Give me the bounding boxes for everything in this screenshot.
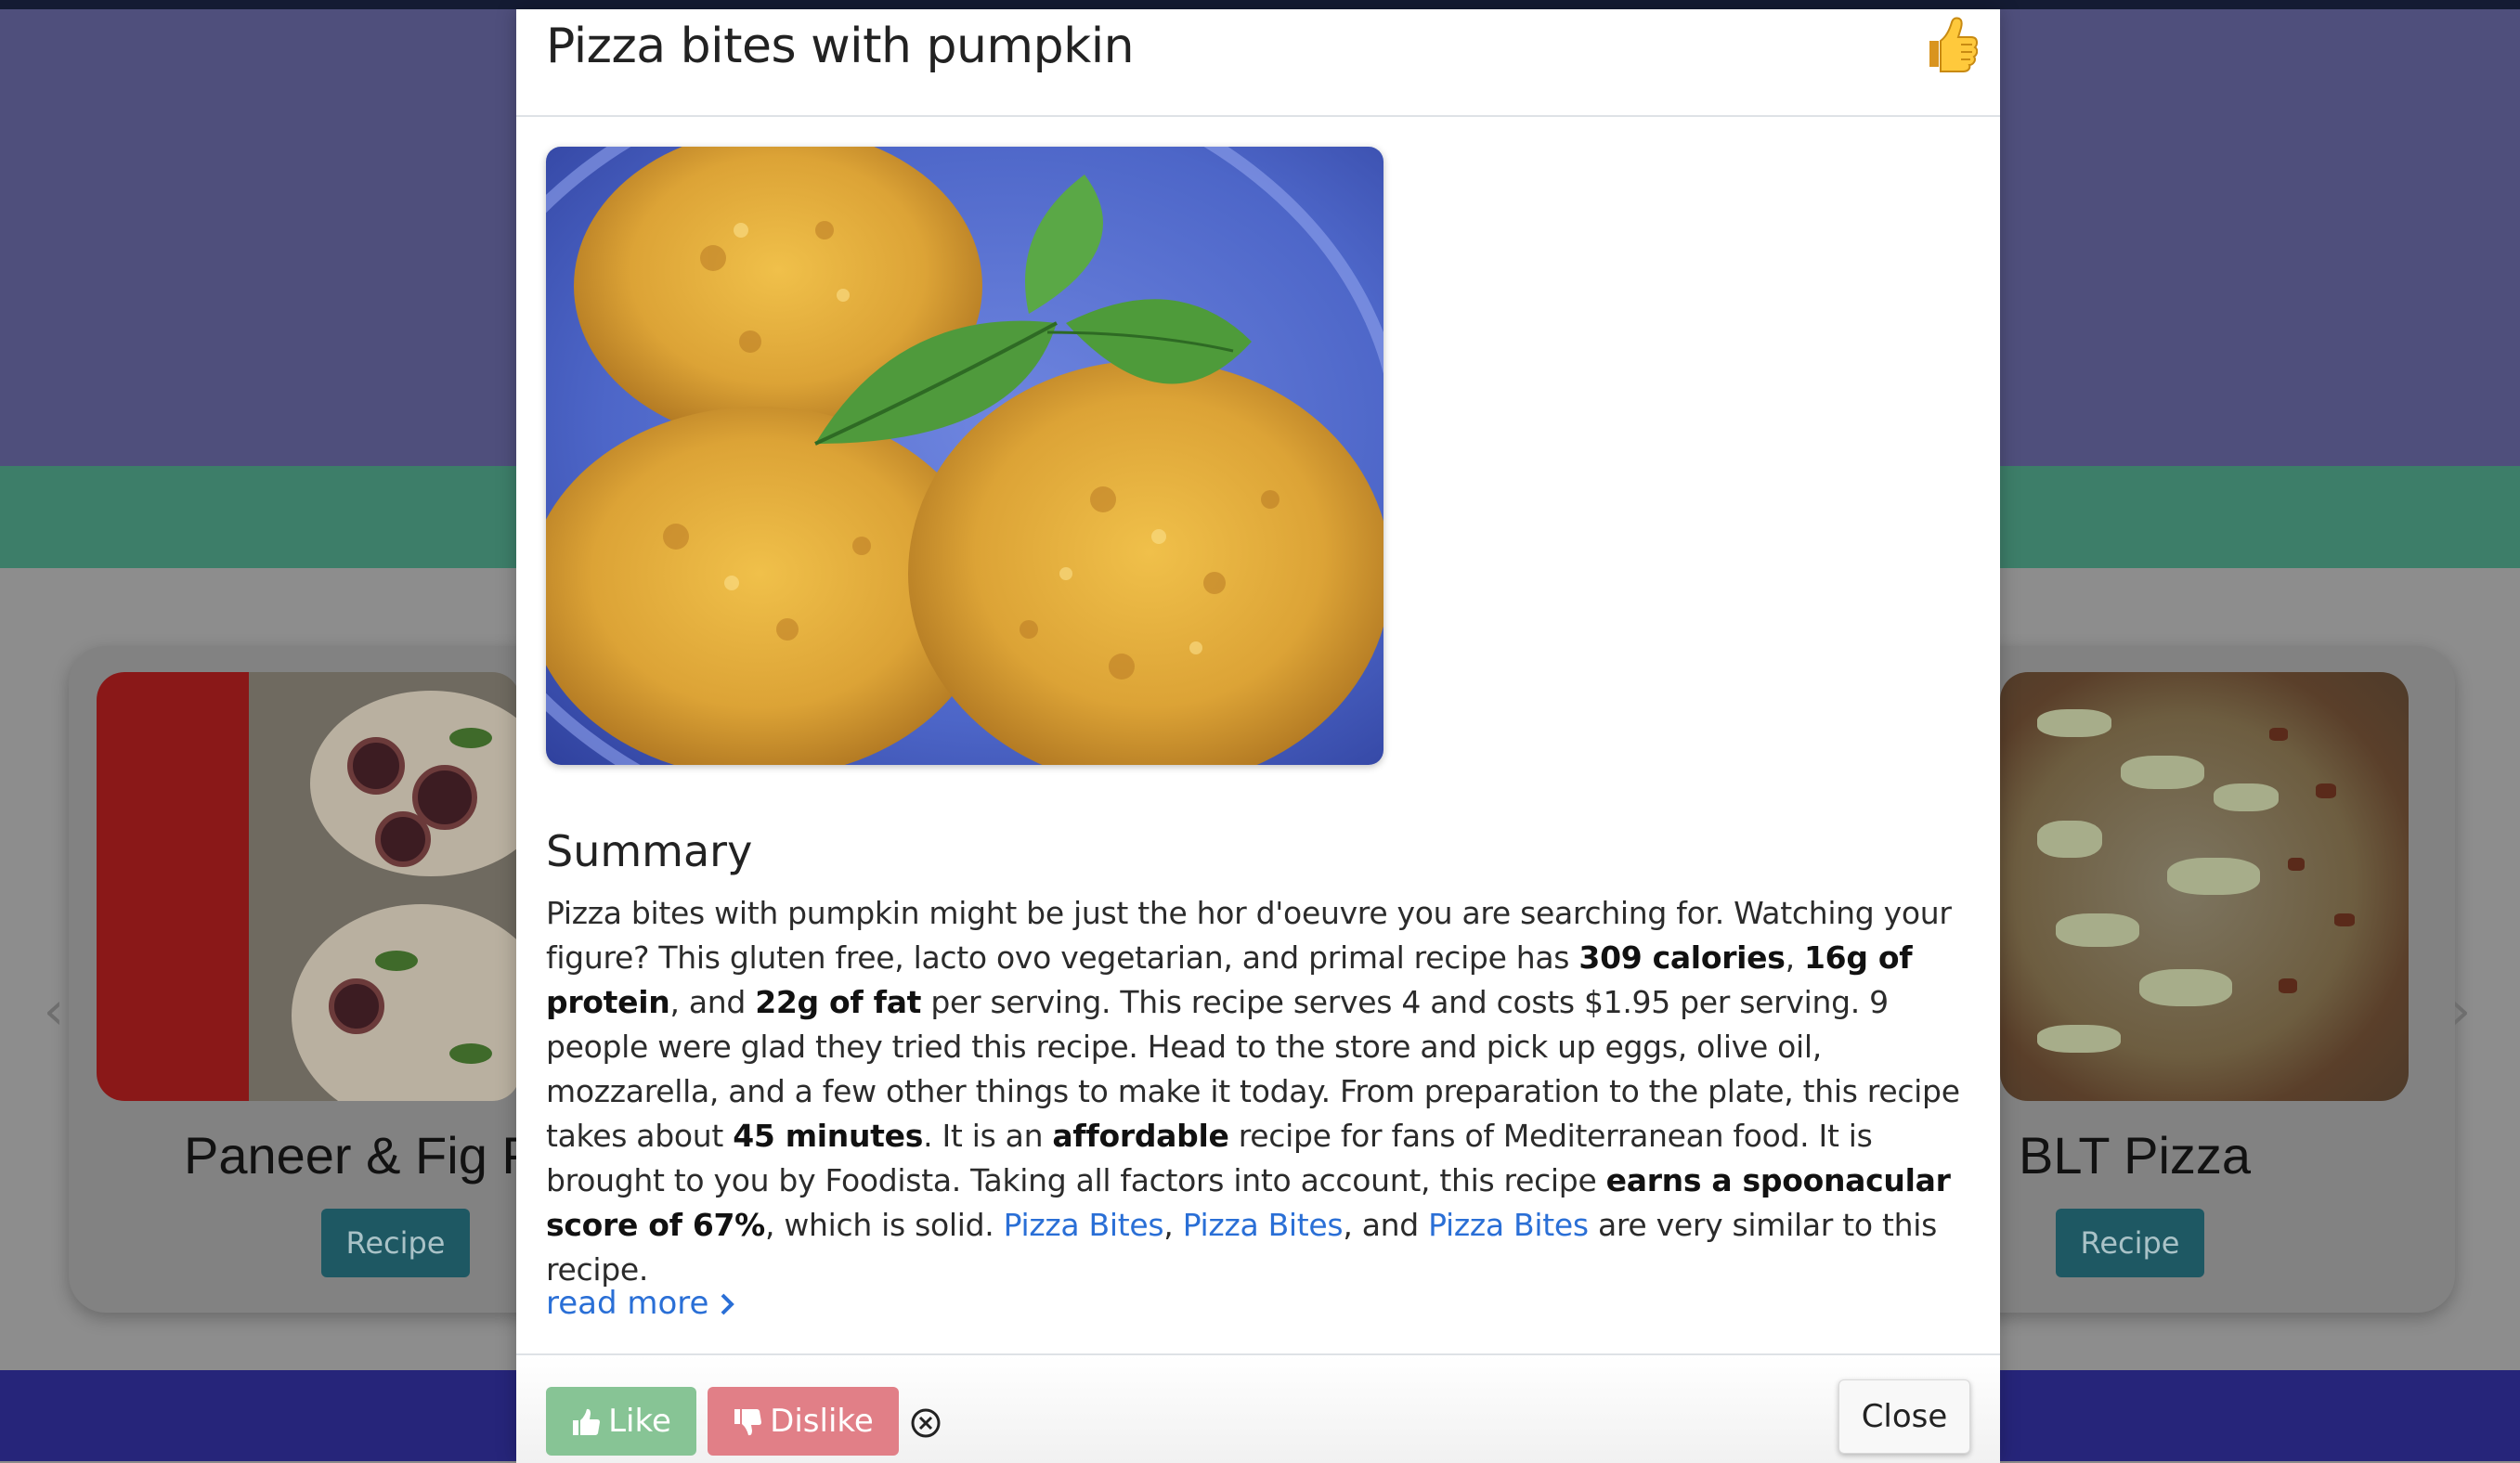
calories-value: 309 calories: [1578, 939, 1786, 976]
recipe-button[interactable]: Recipe: [321, 1209, 470, 1277]
summary-segment: . It is an: [923, 1118, 1053, 1154]
close-button[interactable]: Close: [1838, 1379, 1970, 1454]
summary-text: Pizza bites with pumpkin might be just t…: [546, 891, 1976, 1292]
clear-circle-icon[interactable]: [910, 1407, 942, 1439]
read-more-label: read more: [546, 1285, 709, 1322]
paneer-fig-pizza-image: [97, 672, 520, 1101]
like-button[interactable]: Like: [546, 1387, 696, 1456]
card-title-blt-pizza: BLT Pizza: [2019, 1126, 2252, 1185]
like-label: Like: [608, 1403, 671, 1440]
modal-title: Pizza bites with pumpkin: [546, 19, 1135, 74]
summary-segment: , which is solid.: [764, 1207, 1004, 1243]
carousel-next-icon[interactable]: ›: [2442, 984, 2479, 1040]
similar-recipe-link[interactable]: Pizza Bites: [1183, 1207, 1344, 1243]
summary-heading: Summary: [546, 826, 753, 876]
thumbs-up-icon: [571, 1403, 608, 1440]
recipe-image: [546, 147, 1383, 765]
dislike-button[interactable]: Dislike: [708, 1387, 899, 1456]
carousel-prev-icon[interactable]: ‹: [35, 984, 72, 1040]
summary-segment: ,: [1163, 1207, 1183, 1243]
modal-header: Pizza bites with pumpkin: [516, 9, 2000, 117]
summary-segment: , and: [1343, 1207, 1429, 1243]
recipe-modal: Pizza bites with pumpkin Summary Pizza b…: [516, 9, 2000, 1463]
chevron-right-icon: [719, 1285, 735, 1322]
blt-pizza-image: [2000, 672, 2409, 1101]
summary-segment: , and: [669, 984, 756, 1020]
thumbs-down-icon: [733, 1403, 770, 1440]
similar-recipe-link[interactable]: Pizza Bites: [1428, 1207, 1589, 1243]
modal-footer: Like Dislike Close: [516, 1353, 2000, 1463]
thumbs-up-icon[interactable]: [1924, 15, 1979, 72]
read-more-link[interactable]: read more: [546, 1285, 735, 1322]
similar-recipe-link[interactable]: Pizza Bites: [1004, 1207, 1164, 1243]
affordable-label: affordable: [1052, 1118, 1229, 1154]
card-title-paneer-fig: Paneer & Fig P: [184, 1126, 537, 1185]
top-bar: [0, 0, 2520, 9]
fat-value: 22g of fat: [755, 984, 922, 1020]
dislike-label: Dislike: [770, 1403, 874, 1440]
recipe-button[interactable]: Recipe: [2056, 1209, 2204, 1277]
summary-segment: ,: [1785, 939, 1804, 976]
time-value: 45 minutes: [733, 1118, 924, 1154]
